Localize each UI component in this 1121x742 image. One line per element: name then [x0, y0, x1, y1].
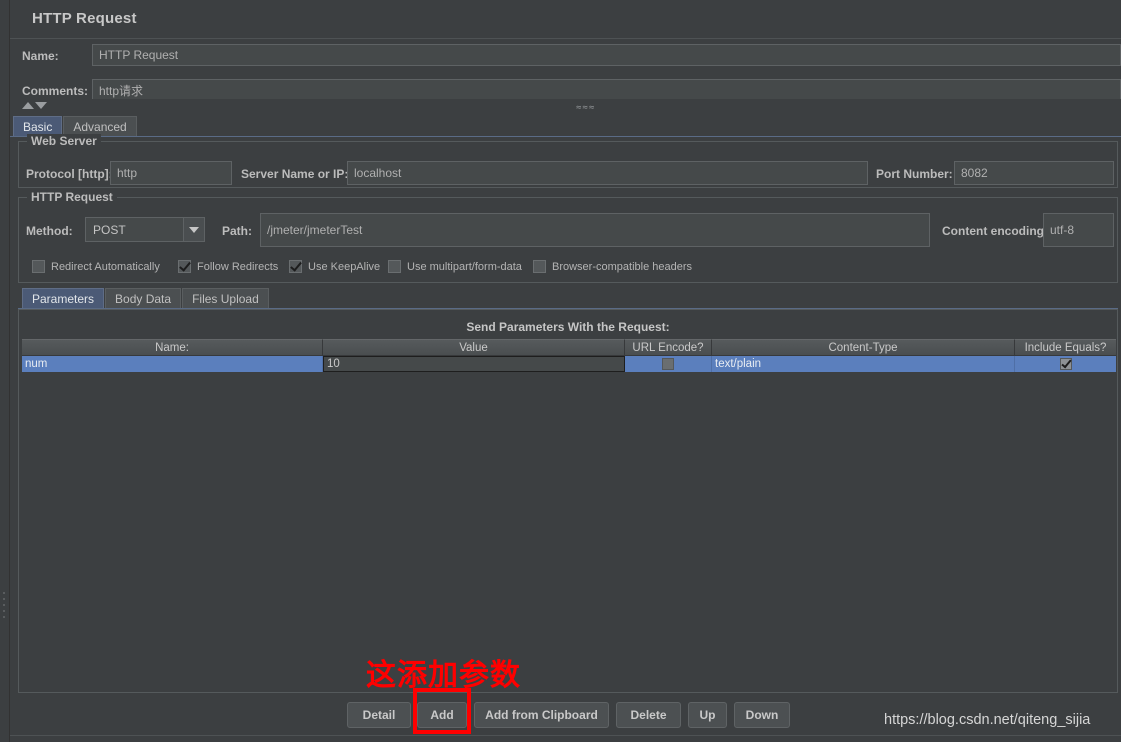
path-input[interactable]: /jmeter/jmeterTest [260, 213, 930, 247]
table-row[interactable]: num 10 text/plain [22, 356, 1116, 372]
cell-url-encode[interactable] [625, 356, 712, 372]
splitter-grip-dots: ≈≈≈ [576, 103, 596, 113]
tab-files-upload[interactable]: Files Upload [182, 288, 269, 309]
checkbox-redirect-automatically[interactable]: Redirect Automatically [32, 260, 160, 273]
cell-url-encode-checkbox[interactable] [662, 358, 674, 370]
parameters-table-header: Name: Value URL Encode? Content-Type Inc… [22, 339, 1116, 356]
server-name-label: Server Name or IP: [241, 167, 349, 181]
checkbox-redirect-automatically-label: Redirect Automatically [51, 260, 160, 273]
main-tab-underline [10, 136, 1121, 137]
http-request-group-title: HTTP Request [27, 190, 117, 204]
protocol-label: Protocol [http]: [26, 167, 113, 181]
checkbox-use-keepalive-box[interactable] [289, 260, 302, 273]
up-button[interactable]: Up [688, 702, 727, 728]
checkbox-browser-compatible-headers[interactable]: Browser-compatible headers [533, 260, 692, 273]
checkbox-use-multipart-form-data[interactable]: Use multipart/form-data [388, 260, 522, 273]
jmeter-http-request-window: HTTP Request Name: HTTP Request Comments… [0, 0, 1121, 742]
splitter-grip [3, 592, 6, 618]
server-name-input[interactable]: localhost [347, 161, 868, 185]
horizontal-splitter[interactable]: ≈≈≈ [10, 99, 1121, 113]
collapse-up-icon[interactable] [22, 102, 34, 109]
delete-button[interactable]: Delete [616, 702, 681, 728]
checkbox-use-multipart-form-data-box[interactable] [388, 260, 401, 273]
column-header-name[interactable]: Name: [22, 339, 323, 356]
tab-body-data[interactable]: Body Data [105, 288, 182, 309]
content-encoding-input[interactable]: utf-8 [1043, 213, 1114, 247]
detail-button[interactable]: Detail [347, 702, 411, 728]
cell-include-equals-checkbox[interactable] [1059, 358, 1072, 370]
method-select[interactable]: POST [85, 217, 205, 242]
port-number-input[interactable]: 8082 [954, 161, 1114, 185]
port-number-label: Port Number: [876, 167, 953, 181]
column-header-url-encode[interactable]: URL Encode? [625, 339, 712, 356]
cell-include-equals[interactable] [1015, 356, 1116, 372]
checkbox-use-keepalive-label: Use KeepAlive [308, 260, 381, 273]
bottom-divider [10, 735, 1121, 736]
comments-input[interactable]: http请求 [92, 79, 1121, 101]
checkbox-browser-compatible-headers-label: Browser-compatible headers [552, 260, 693, 273]
down-button[interactable]: Down [734, 702, 790, 728]
checkbox-browser-compatible-headers-box[interactable] [533, 260, 546, 273]
add-from-clipboard-button[interactable]: Add from Clipboard [474, 702, 609, 728]
path-label: Path: [222, 224, 252, 238]
left-splitter[interactable] [0, 0, 10, 742]
cell-content-type[interactable]: text/plain [712, 356, 1015, 372]
web-server-group-title: Web Server [27, 134, 101, 148]
checkbox-follow-redirects-box[interactable] [178, 260, 191, 273]
tab-parameters[interactable]: Parameters [22, 288, 105, 309]
cell-value[interactable]: 10 [323, 356, 625, 372]
chevron-down-icon[interactable] [183, 218, 204, 241]
column-header-content-type[interactable]: Content-Type [712, 339, 1015, 356]
title-divider [10, 38, 1121, 39]
comments-label: Comments: [22, 84, 89, 98]
method-label: Method: [26, 224, 73, 238]
checkbox-redirect-automatically-box[interactable] [32, 260, 45, 273]
page-title: HTTP Request [32, 10, 137, 27]
annotation-highlight-box [413, 688, 471, 734]
name-label: Name: [22, 49, 59, 63]
checkbox-follow-redirects[interactable]: Follow Redirects [178, 260, 278, 273]
watermark-text: https://blog.csdn.net/qiteng_sijia [884, 712, 1091, 728]
name-input[interactable]: HTTP Request [92, 44, 1121, 66]
expand-down-icon[interactable] [35, 102, 47, 109]
column-header-value[interactable]: Value [323, 339, 625, 356]
param-tabstrip: Parameters Body Data Files Upload [22, 288, 270, 309]
send-parameters-caption: Send Parameters With the Request: [466, 320, 670, 334]
checkbox-follow-redirects-label: Follow Redirects [197, 260, 279, 273]
checkbox-use-multipart-form-data-label: Use multipart/form-data [407, 260, 522, 273]
checkbox-use-keepalive[interactable]: Use KeepAlive [289, 260, 380, 273]
protocol-input[interactable]: http [110, 161, 232, 185]
parameters-table: Send Parameters With the Request: Name: … [18, 309, 1118, 693]
parameters-table-body[interactable] [22, 356, 1116, 690]
cell-name[interactable]: num [22, 356, 323, 372]
method-select-value: POST [93, 222, 126, 237]
content-encoding-label: Content encoding: [942, 224, 1048, 238]
http-request-panel: HTTP Request Name: HTTP Request Comments… [10, 0, 1121, 742]
column-header-include-equals[interactable]: Include Equals? [1015, 339, 1116, 356]
